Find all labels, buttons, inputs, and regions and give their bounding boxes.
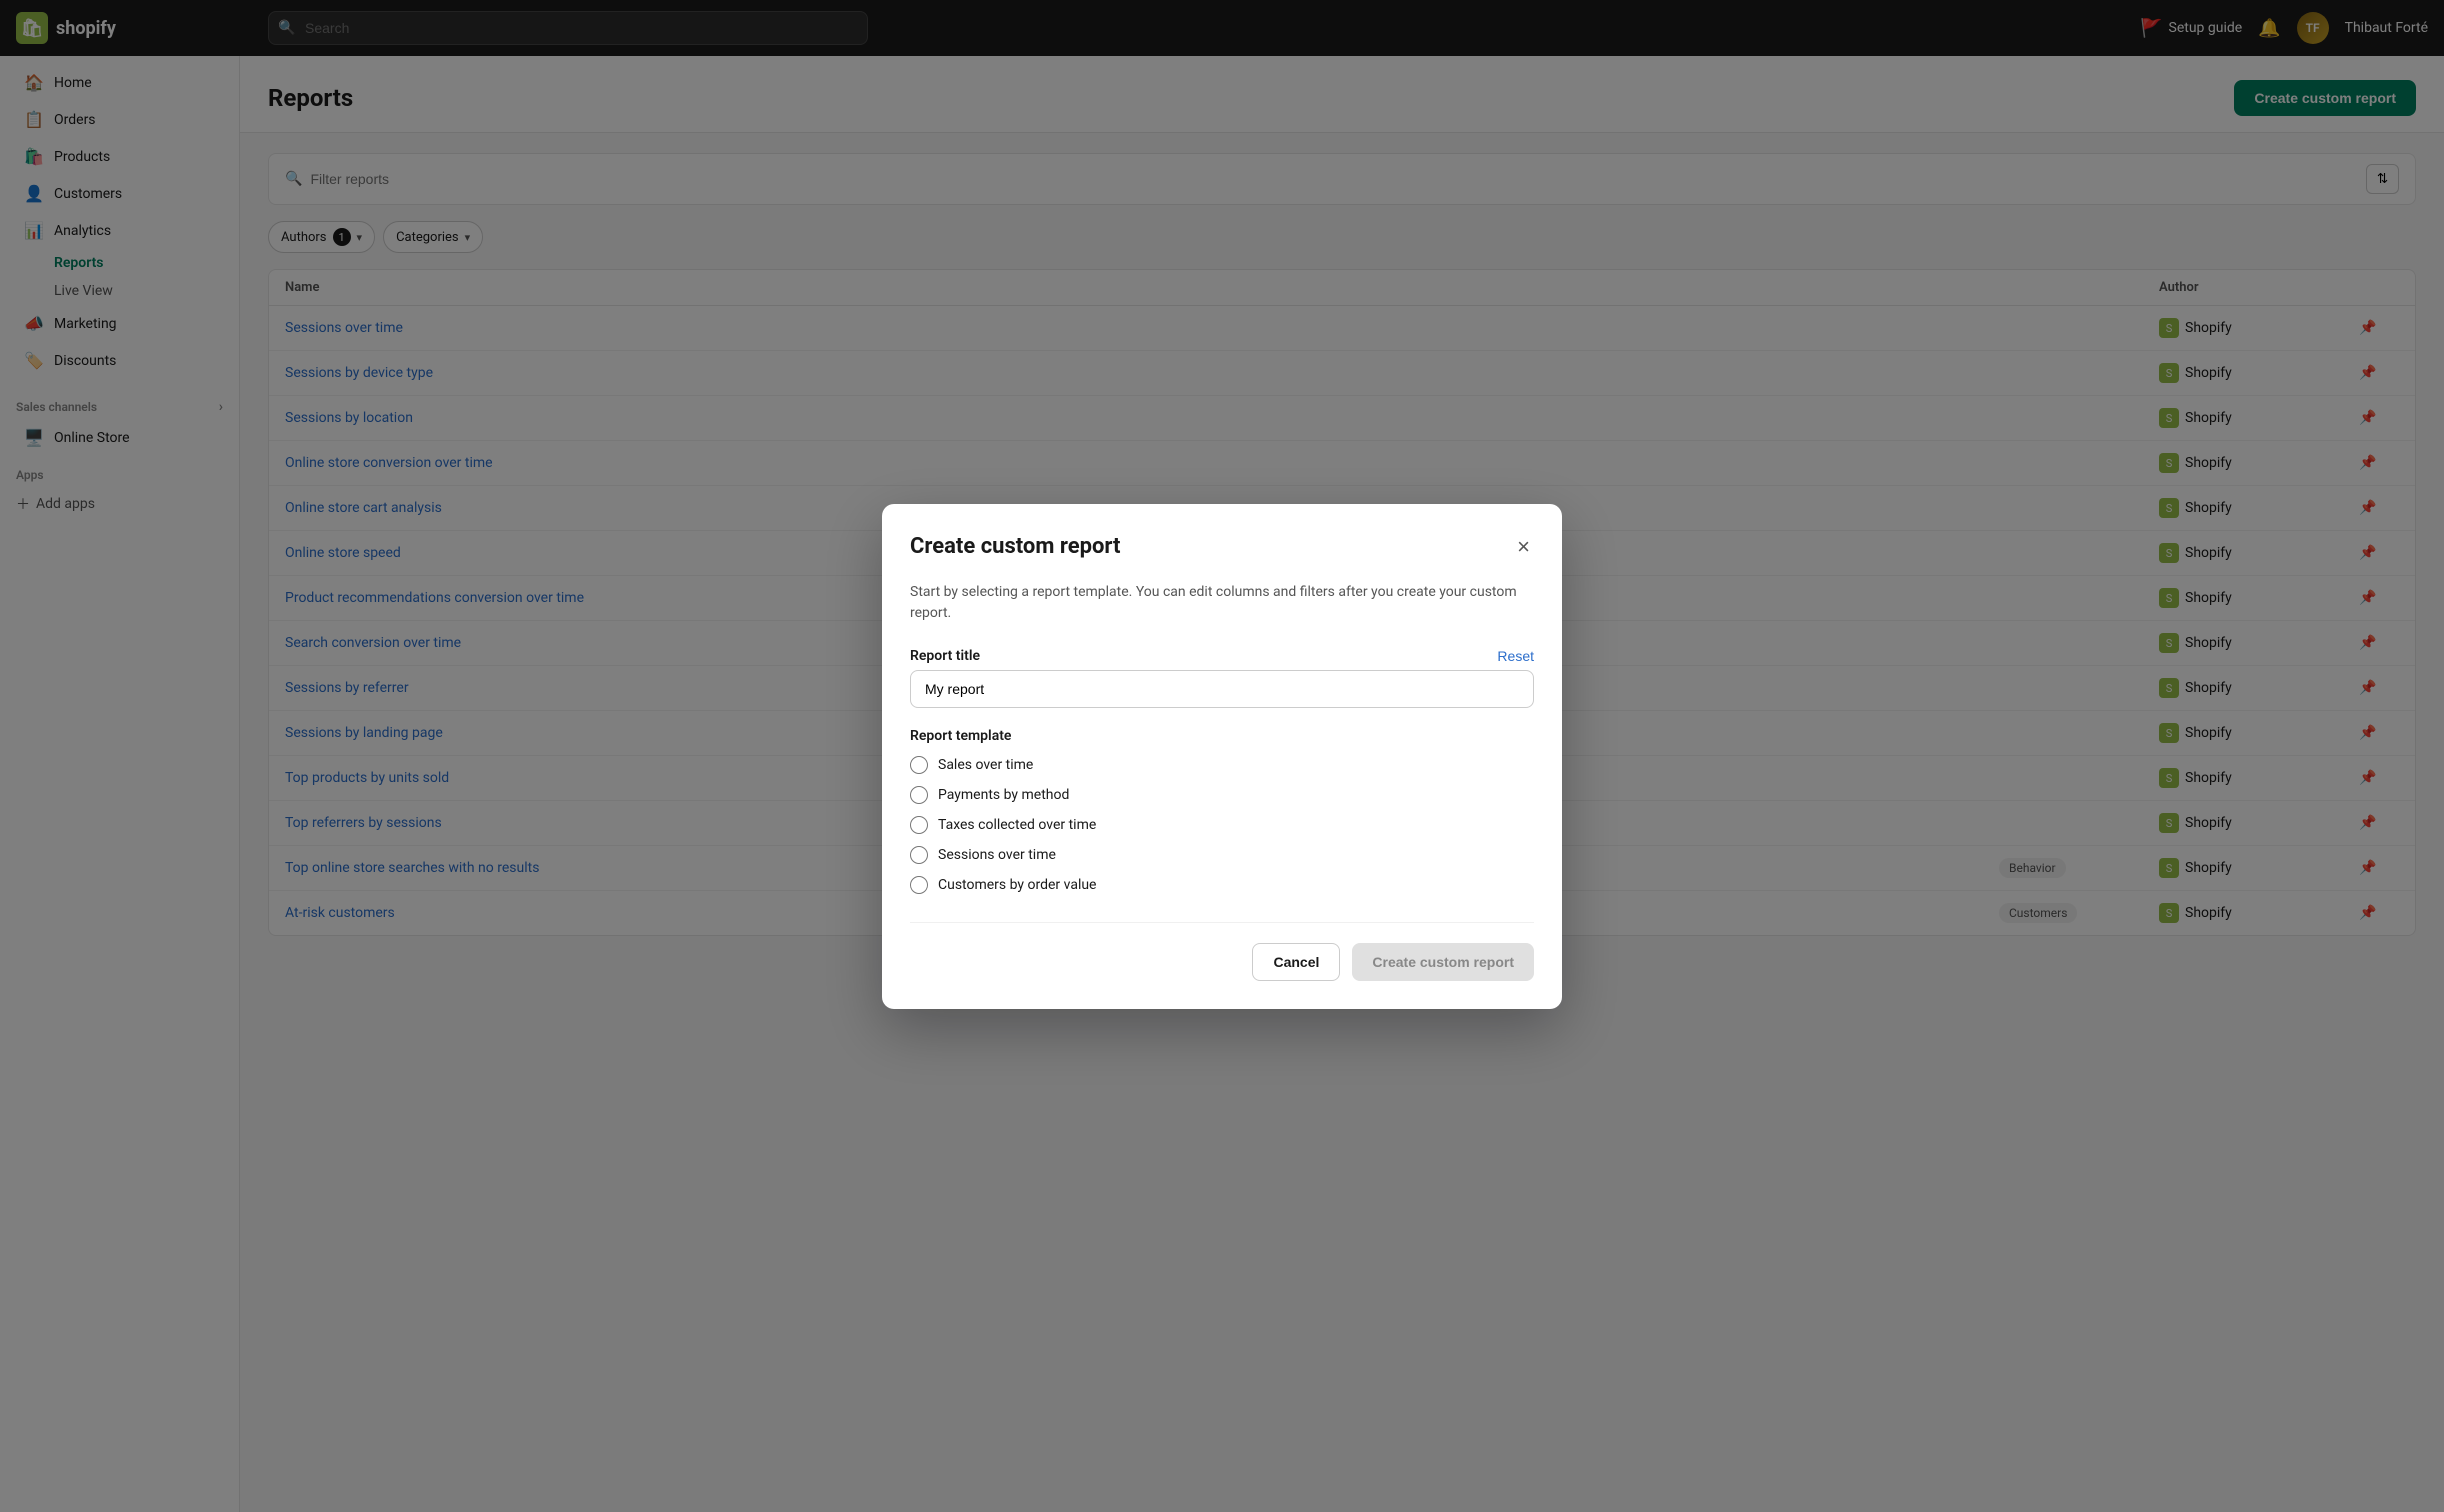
modal-footer: Cancel Create custom report [910,922,1534,981]
report-title-input[interactable] [910,670,1534,708]
template-radio-customers-by-order-value[interactable] [910,876,928,894]
template-label-taxes-collected: Taxes collected over time [938,817,1096,833]
template-option-customers-by-order-value[interactable]: Customers by order value [910,876,1534,894]
template-option-sessions-over-time[interactable]: Sessions over time [910,846,1534,864]
template-label-customers-by-order-value: Customers by order value [938,877,1096,893]
template-radio-taxes-collected[interactable] [910,816,928,834]
report-title-group: Report title Reset [910,648,1534,708]
report-template-label: Report template [910,728,1534,744]
template-option-payments-by-method[interactable]: Payments by method [910,786,1534,804]
modal-close-button[interactable]: × [1513,532,1534,562]
modal-overlay[interactable]: Create custom report × Start by selectin… [0,0,2444,1512]
template-radio-payments-by-method[interactable] [910,786,928,804]
modal-header: Create custom report × [910,532,1534,562]
cancel-button[interactable]: Cancel [1252,943,1340,981]
template-label-payments-by-method: Payments by method [938,787,1069,803]
create-report-button[interactable]: Create custom report [1352,943,1534,981]
template-radio-sessions-over-time[interactable] [910,846,928,864]
report-title-label: Report title [910,648,980,664]
template-label-sessions-over-time: Sessions over time [938,847,1056,863]
report-template-group: Report template Sales over time Payments… [910,728,1534,894]
template-label-sales-over-time: Sales over time [938,757,1033,773]
modal-description: Start by selecting a report template. Yo… [910,582,1534,624]
template-option-taxes-collected[interactable]: Taxes collected over time [910,816,1534,834]
template-radio-sales-over-time[interactable] [910,756,928,774]
reset-button[interactable]: Reset [1497,648,1534,664]
form-label-row: Report title Reset [910,648,1534,664]
template-option-sales-over-time[interactable]: Sales over time [910,756,1534,774]
template-radio-list: Sales over time Payments by method Taxes… [910,756,1534,894]
modal-title: Create custom report [910,534,1120,559]
modal: Create custom report × Start by selectin… [882,504,1562,1009]
